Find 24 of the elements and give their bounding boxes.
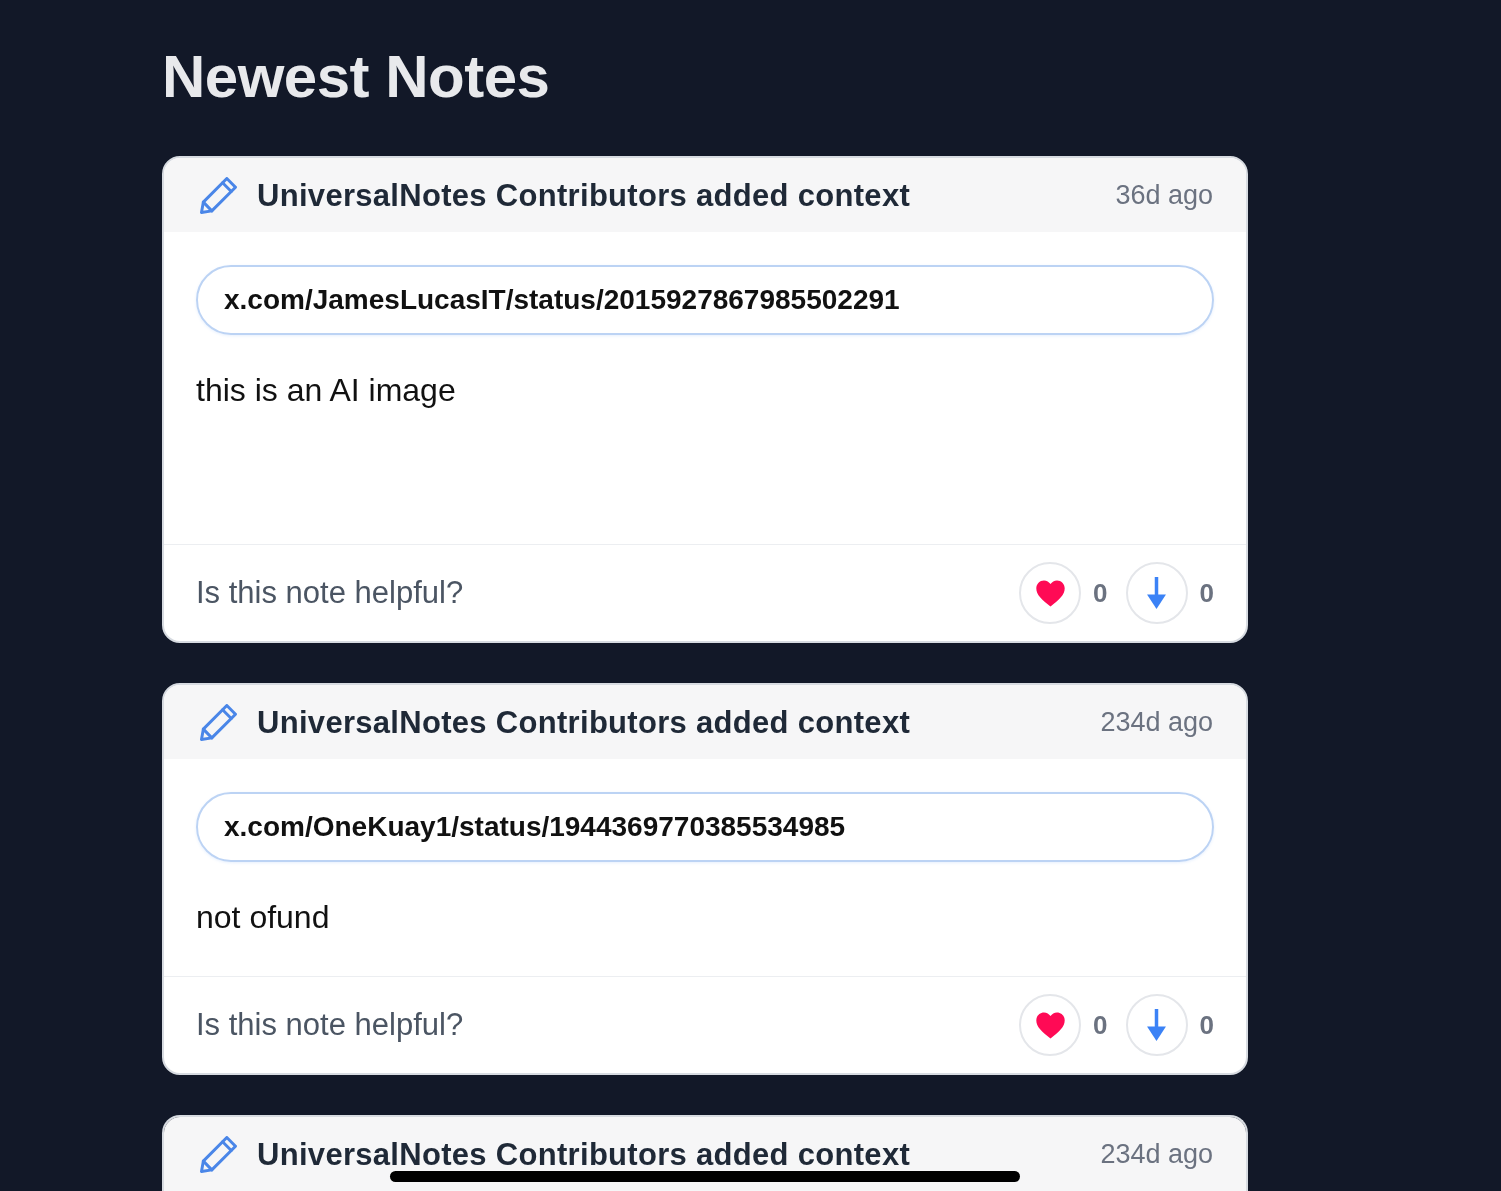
note-author: UniversalNotes Contributors added context [257,706,911,738]
like-count: 0 [1093,577,1108,609]
timestamp: 234d ago [1100,706,1213,738]
down-arrow-icon [1147,577,1167,609]
like-count: 0 [1093,1009,1108,1041]
note-text: this is an AI image [196,371,457,410]
pencil-icon [200,176,237,214]
post-link[interactable]: x.com/JamesLucasIT/status/2015927867985502291 [196,265,1214,335]
downvote-count: 0 [1199,1009,1214,1041]
pencil-icon [200,1135,237,1173]
downvote-count: 0 [1199,577,1214,609]
post-link[interactable]: x.com/OneKuay1/status/1944369770385534985 [196,792,1214,862]
timestamp: 234d ago [1100,1138,1213,1170]
note-author: UniversalNotes Contributors added context [257,1138,911,1170]
heart-icon [1035,579,1065,607]
helpful-prompt: Is this note helpful? [196,1007,464,1043]
note-author: UniversalNotes Contributors added context [257,179,911,211]
timestamp: 36d ago [1115,179,1213,211]
pencil-icon [200,703,237,741]
down-arrow-icon [1147,1009,1167,1041]
note-text: not ofund [196,898,331,936]
page-title: Newest Notes [162,42,551,111]
heart-icon [1035,1011,1065,1039]
helpful-prompt: Is this note helpful? [196,575,464,611]
